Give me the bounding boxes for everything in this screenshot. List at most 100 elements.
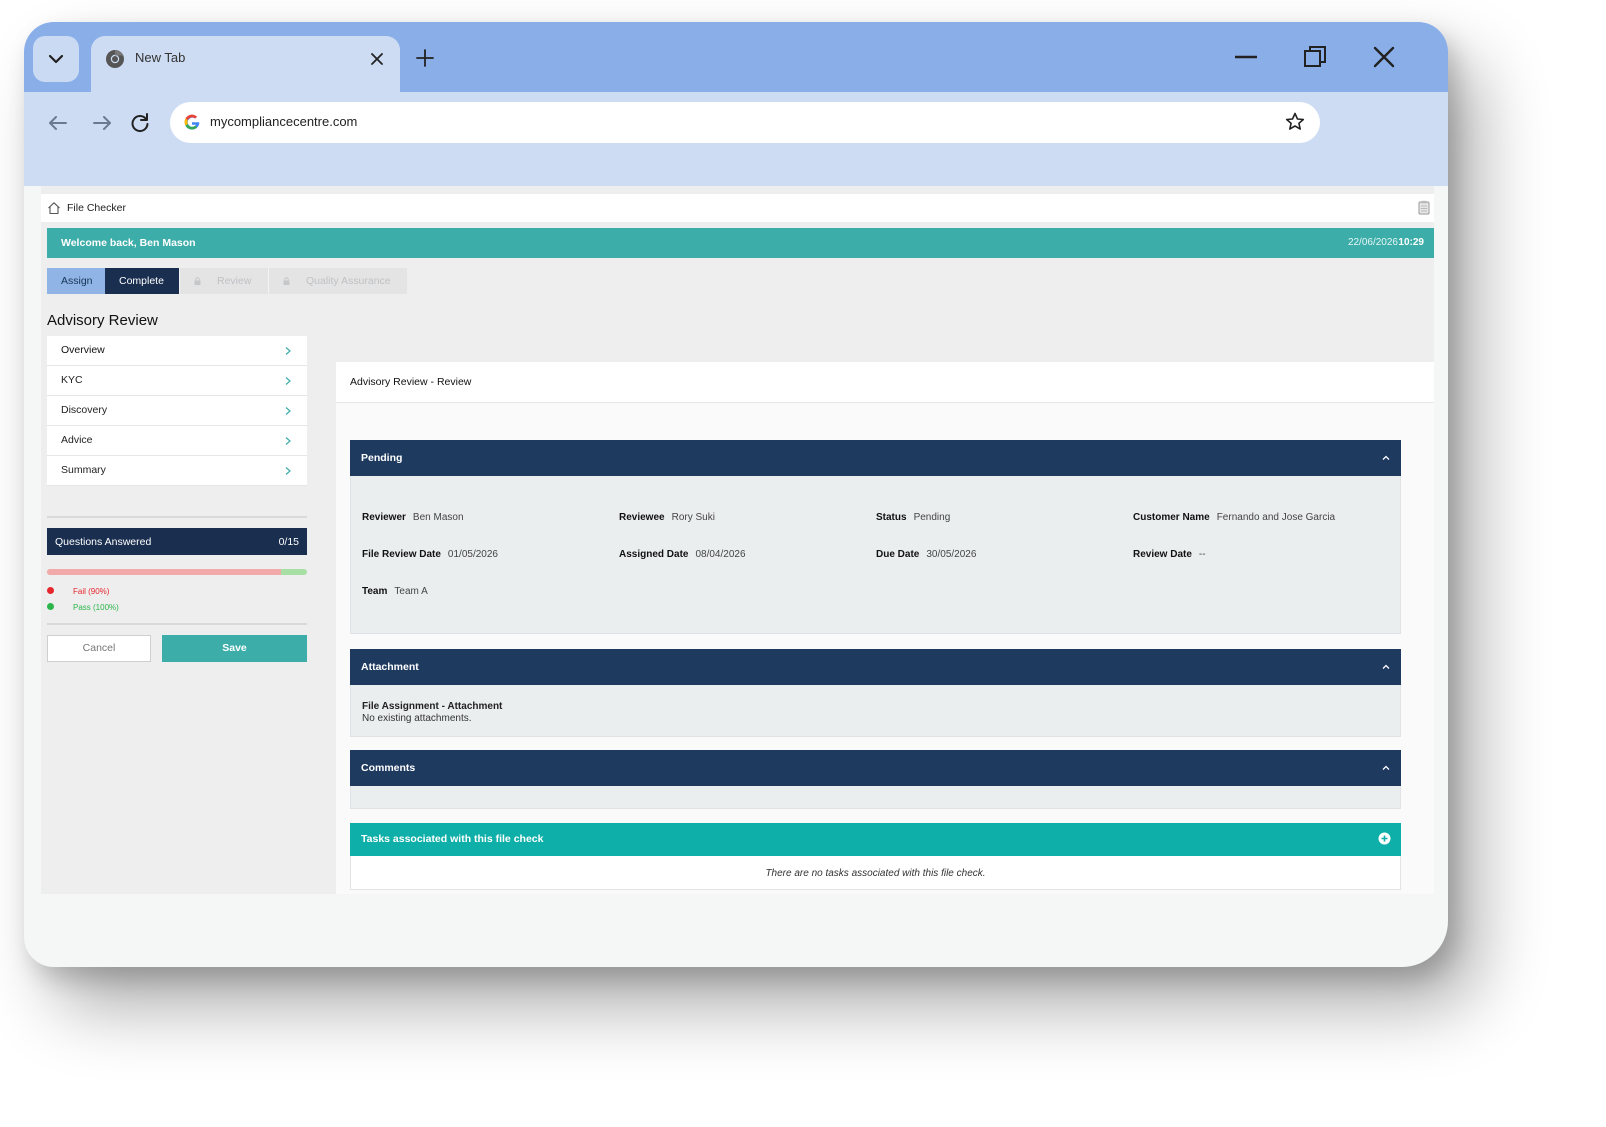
pass-fail-progress-bar	[47, 569, 307, 575]
nav-item-advice[interactable]: Advice	[47, 426, 307, 456]
fail-dot-icon	[47, 587, 54, 594]
step-quality-assurance: Quality Assurance	[268, 268, 407, 294]
save-button[interactable]: Save	[162, 635, 307, 662]
tab-strip: New Tab	[24, 22, 1448, 92]
welcome-message: Welcome back, Ben Mason	[61, 237, 196, 249]
chevron-up-icon[interactable]	[1381, 662, 1391, 672]
tasks-empty-text: There are no tasks associated with this …	[765, 868, 986, 879]
clipboard-icon[interactable]	[1418, 200, 1430, 215]
step-label: Review	[217, 275, 252, 287]
attachment-subtitle: File Assignment - Attachment	[362, 701, 503, 712]
step-label: Quality Assurance	[306, 275, 391, 287]
cancel-button[interactable]: Cancel	[47, 635, 151, 662]
questions-answered-count: 0/15	[278, 536, 299, 548]
comments-section-header[interactable]: Comments	[350, 750, 1401, 786]
tasks-section: Tasks associated with this file check Th…	[350, 823, 1401, 890]
field-value: Rory Suki	[671, 512, 715, 523]
field-customer-name: Customer Name Fernando and Jose Garcia	[1133, 512, 1335, 523]
tab-search-button[interactable]	[33, 36, 79, 82]
forward-arrow-icon[interactable]	[89, 110, 115, 136]
field-value: Ben Mason	[412, 512, 464, 523]
new-tab-icon[interactable]	[414, 47, 436, 69]
tasks-section-header: Tasks associated with this file check	[350, 823, 1401, 856]
current-date: 22/06/2026	[1347, 237, 1398, 248]
tasks-body: There are no tasks associated with this …	[350, 856, 1401, 890]
nav-item-summary[interactable]: Summary	[47, 456, 307, 486]
breadcrumb[interactable]: File Checker	[67, 202, 126, 214]
back-arrow-icon[interactable]	[45, 110, 71, 136]
field-review-date: Review Date --	[1133, 549, 1206, 560]
attachment-section-header[interactable]: Attachment	[350, 649, 1401, 685]
nav-item-label: Discovery	[61, 404, 108, 416]
field-key: Team	[362, 586, 388, 597]
url-text: mycompliancecentre.com	[210, 114, 358, 129]
attachment-section-title: Attachment	[361, 661, 419, 673]
field-key: Reviewer	[362, 512, 406, 523]
close-window-icon[interactable]	[1370, 43, 1398, 71]
minimize-icon[interactable]	[1232, 43, 1260, 71]
field-reviewer: Reviewer Ben Mason	[362, 512, 464, 523]
pending-details: Reviewer Ben Mason Reviewee Rory Suki Stat…	[350, 476, 1401, 634]
field-value: 30/05/2026	[926, 549, 977, 560]
browser-toolbar: mycompliancecentre.com	[24, 92, 1448, 186]
section-nav: Overview KYC Discovery Advice Summary	[47, 336, 307, 486]
field-value: Team A	[394, 586, 428, 597]
attachment-empty-text: No existing attachments.	[362, 713, 472, 724]
chevron-right-icon	[285, 407, 291, 415]
app-topbar: File Checker	[41, 194, 1434, 222]
close-tab-icon[interactable]	[366, 48, 388, 70]
comments-section-title: Comments	[361, 762, 416, 774]
legend-pass-label: Pass (100%)	[73, 603, 119, 612]
address-bar[interactable]: mycompliancecentre.com	[170, 102, 1320, 143]
step-assign[interactable]: Assign	[47, 268, 105, 294]
step-review: Review	[179, 268, 268, 294]
field-value: --	[1198, 549, 1206, 560]
legend-fail-label: Fail (90%)	[73, 587, 110, 596]
review-panel: Advisory Review - Review Pending Reviewe…	[336, 362, 1434, 894]
browser-tab[interactable]: New Tab	[91, 36, 400, 92]
nav-item-discovery[interactable]: Discovery	[47, 396, 307, 426]
home-icon[interactable]	[47, 201, 61, 215]
chevron-down-icon	[48, 54, 64, 64]
field-value: 08/04/2026	[695, 549, 746, 560]
pending-section-header[interactable]: Pending	[350, 440, 1401, 476]
field-team: Team Team A	[362, 586, 428, 597]
welcome-banner: Welcome back, Ben Mason 22/06/2026 10:29	[47, 228, 1434, 258]
reload-icon[interactable]	[127, 110, 153, 136]
field-assigned-date: Assigned Date 08/04/2026	[619, 549, 746, 560]
attachment-section: Attachment File Assignment - Attachment …	[350, 649, 1401, 737]
divider	[47, 623, 307, 625]
workflow-steps: Assign Complete Review Quality Assurance	[47, 268, 407, 294]
browser-window: New Tab mycompliancecentre.com File Chec…	[24, 22, 1448, 967]
chevron-right-icon	[285, 347, 291, 355]
nav-item-label: KYC	[61, 374, 83, 386]
chevron-up-icon[interactable]	[1381, 763, 1391, 773]
nav-item-overview[interactable]: Overview	[47, 336, 307, 366]
field-key: Review Date	[1133, 549, 1192, 560]
field-key: Reviewee	[619, 512, 665, 523]
nav-item-label: Summary	[61, 464, 106, 476]
restore-icon[interactable]	[1301, 43, 1329, 71]
nav-item-label: Advice	[61, 434, 93, 446]
field-reviewee: Reviewee Rory Suki	[619, 512, 715, 523]
tasks-section-title: Tasks associated with this file check	[361, 833, 544, 845]
step-label: Assign	[61, 275, 93, 287]
divider	[47, 516, 307, 518]
step-label: Complete	[119, 275, 164, 287]
nav-item-kyc[interactable]: KYC	[47, 366, 307, 396]
field-key: File Review Date	[362, 549, 441, 560]
pending-section: Pending Reviewer Ben Mason Reviewee Rory S…	[350, 440, 1401, 634]
chevron-up-icon[interactable]	[1381, 453, 1391, 463]
page-title: Advisory Review	[47, 312, 158, 329]
chevron-right-icon	[285, 437, 291, 445]
field-status: Status Pending	[876, 512, 950, 523]
field-value: Pending	[913, 512, 951, 523]
google-icon	[184, 114, 200, 130]
tab-title: New Tab	[135, 50, 186, 65]
lock-icon	[194, 277, 201, 285]
field-key: Assigned Date	[619, 549, 689, 560]
step-complete[interactable]: Complete	[105, 268, 179, 294]
bookmark-star-icon[interactable]	[1284, 111, 1306, 133]
add-task-plus-icon[interactable]	[1378, 832, 1391, 845]
field-due-date: Due Date 30/05/2026	[876, 549, 976, 560]
